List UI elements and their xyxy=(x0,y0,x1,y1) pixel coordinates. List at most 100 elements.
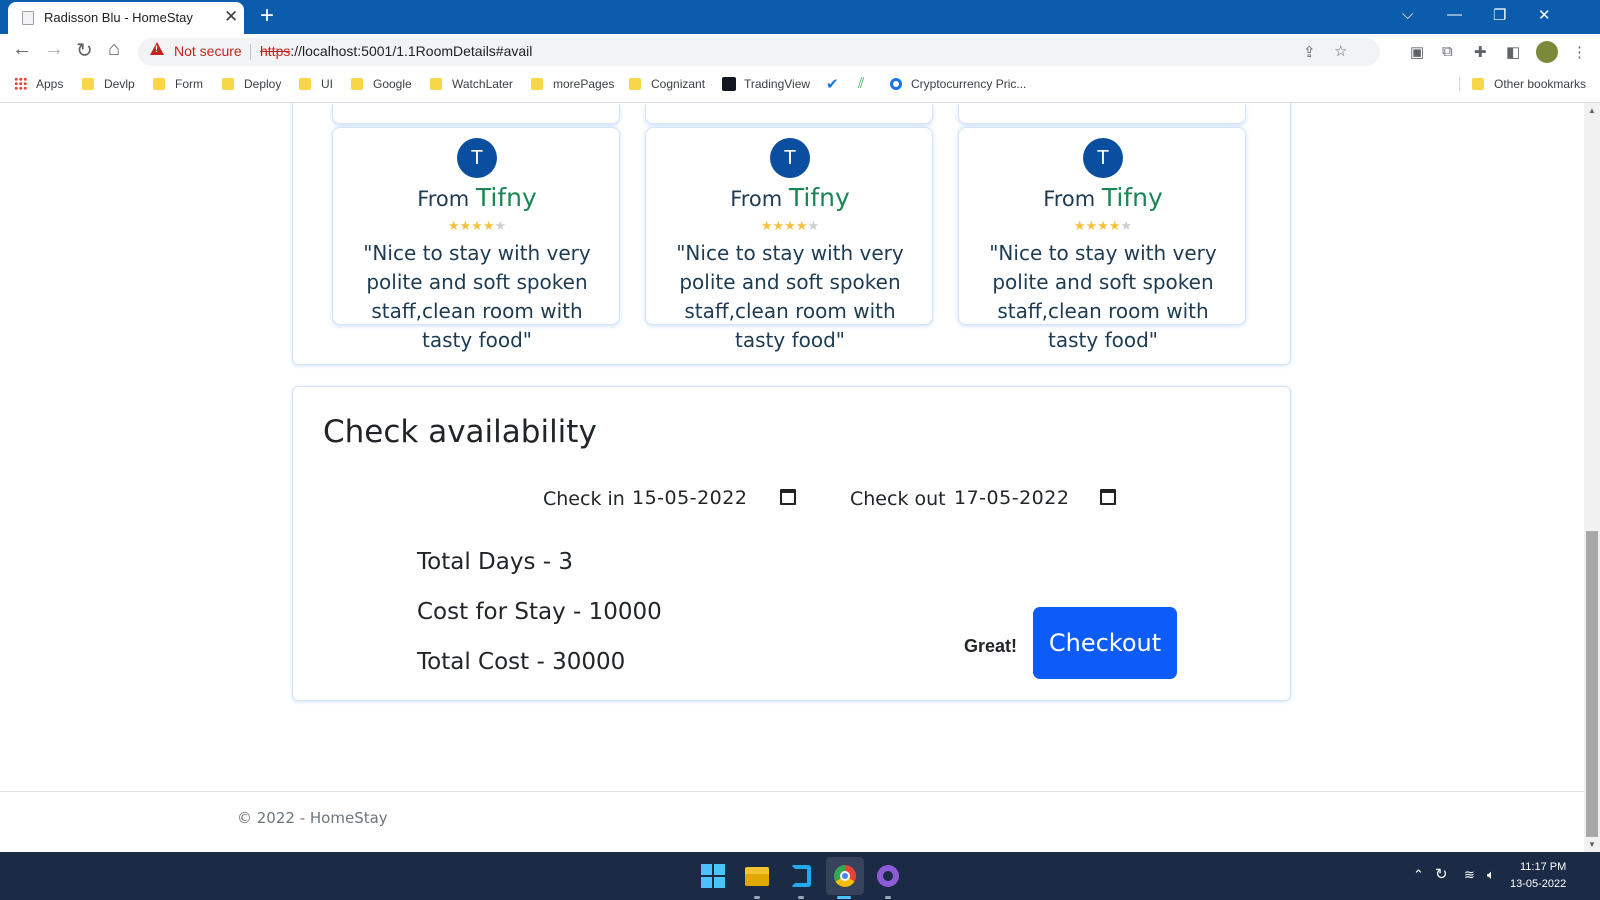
star-filled-icon: ★ xyxy=(760,218,773,233)
scroll-down-icon[interactable]: ▼ xyxy=(1588,840,1596,849)
bookmark-item[interactable]: Devlp xyxy=(82,77,135,91)
review-from: From Tifny xyxy=(1043,183,1163,212)
star-filled-icon: ★ xyxy=(1108,218,1121,233)
restore-icon[interactable]: ❐ xyxy=(1493,6,1506,24)
new-tab-button[interactable]: + xyxy=(260,2,274,30)
side-panel-icon[interactable]: ◧ xyxy=(1506,43,1520,61)
reviews-section: T From Tifny ★★★★★ "Nice to stay with ve… xyxy=(292,103,1291,365)
tab-close-icon[interactable]: ✕ xyxy=(224,7,238,27)
bookmark-item[interactable]: Form xyxy=(153,77,203,91)
clock-date: 13-05-2022 xyxy=(1510,878,1567,890)
great-label: Great! xyxy=(964,636,1018,656)
checkout-label: Check out xyxy=(850,488,946,510)
chart-bookmark-icon[interactable]: ⫽ xyxy=(858,75,864,92)
checkout-calendar-icon[interactable] xyxy=(1100,489,1116,505)
bookmark-item[interactable]: Cryptocurrency Pric... xyxy=(890,77,1026,91)
star-filled-icon: ★ xyxy=(482,218,495,233)
bookmark-item[interactable]: UI xyxy=(299,77,333,91)
bookmark-item[interactable]: Google xyxy=(351,77,412,91)
bookmark-apps[interactable]: Apps xyxy=(14,77,63,91)
reviewer-name: Tifny xyxy=(475,183,537,212)
chrome-icon[interactable] xyxy=(826,857,864,895)
page-scrollbar[interactable]: ▲ ▼ xyxy=(1584,103,1600,852)
star-empty-icon: ★ xyxy=(807,218,820,233)
clock-time: 11:17 PM xyxy=(1520,861,1567,873)
review-quote: "Nice to stay with very polite and soft … xyxy=(676,241,904,352)
share-icon[interactable]: ⇪ xyxy=(1303,43,1316,61)
profile-avatar[interactable] xyxy=(1536,41,1558,63)
review-card-previous xyxy=(958,104,1246,124)
reviewer-name: Tifny xyxy=(788,183,850,212)
extension-icon[interactable]: ⧉ xyxy=(1442,43,1453,60)
review-card: T From Tifny ★★★★★ "Nice to stay with ve… xyxy=(645,127,934,352)
cost-for-stay: Cost for Stay - 10000 xyxy=(417,599,662,625)
sync-icon[interactable]: ↻ xyxy=(1435,865,1448,883)
github-desktop-icon[interactable] xyxy=(874,862,902,890)
checkin-calendar-icon[interactable] xyxy=(780,489,796,505)
start-windows-icon[interactable] xyxy=(699,862,727,890)
puzzle-icon[interactable]: ✚ xyxy=(1474,43,1487,61)
media-icon[interactable]: ▣ xyxy=(1410,43,1424,61)
security-label[interactable]: Not secure xyxy=(174,43,242,59)
checkmark-bookmark-icon[interactable]: ✔ xyxy=(826,75,839,93)
browser-tab[interactable]: Radisson Blu - HomeStay ✕ xyxy=(8,2,244,34)
review-card-previous xyxy=(332,104,620,124)
url-text[interactable]: https://localhost:5001/1.1RoomDetails#av… xyxy=(260,43,532,59)
review-card: T From Tifny ★★★★★ "Nice to stay with ve… xyxy=(958,127,1246,352)
taskbar-clock[interactable]: 11:17 PM 13-05-2022 xyxy=(1510,859,1566,893)
review-card-previous xyxy=(645,104,933,124)
total-days: Total Days - 3 xyxy=(417,549,573,575)
bookmark-item[interactable]: TradingView xyxy=(722,77,810,91)
review-quote: "Nice to stay with very polite and soft … xyxy=(363,241,591,352)
page-viewport: T From Tifny ★★★★★ "Nice to stay with ve… xyxy=(0,103,1584,852)
reload-icon[interactable]: ↻ xyxy=(76,38,93,63)
home-icon[interactable]: ⌂ xyxy=(108,38,120,61)
running-indicator xyxy=(885,896,891,899)
bookmark-item[interactable]: morePages xyxy=(531,77,614,91)
scroll-up-icon[interactable]: ▲ xyxy=(1588,106,1596,115)
star-filled-icon: ★ xyxy=(1085,218,1098,233)
bookmarks-bar: Apps Devlp Form Deploy UI Google WatchLa… xyxy=(0,70,1600,103)
tab-search-icon[interactable]: ⌵ xyxy=(1402,6,1413,23)
warning-icon[interactable] xyxy=(150,42,164,55)
total-cost: Total Cost - 30000 xyxy=(417,649,626,675)
volume-icon[interactable]: 🔈︎ xyxy=(1487,867,1495,883)
forward-icon[interactable]: → xyxy=(44,38,64,61)
folder-icon xyxy=(82,78,94,90)
review-from: From Tifny xyxy=(730,183,850,212)
review-card: T From Tifny ★★★★★ "Nice to stay with ve… xyxy=(332,127,621,352)
bookmark-other[interactable]: Other bookmarks xyxy=(1459,77,1586,91)
page-favicon-icon xyxy=(22,11,34,25)
wifi-icon[interactable]: ≋ xyxy=(1464,867,1475,883)
checkout-button[interactable]: Checkout xyxy=(1033,607,1177,679)
url-path: ://localhost:5001/1.1RoomDetails#avail xyxy=(290,43,533,59)
tray-chevron-icon[interactable]: ⌃ xyxy=(1413,867,1424,883)
bookmark-item[interactable]: Deploy xyxy=(222,77,281,91)
tab-title: Radisson Blu - HomeStay xyxy=(44,10,193,25)
back-icon[interactable]: ← xyxy=(12,38,32,61)
footer-divider xyxy=(0,791,1584,792)
reviewer-avatar: T xyxy=(1083,138,1123,178)
star-filled-icon: ★ xyxy=(471,218,483,233)
checkout-date-input[interactable]: 17-05-2022 xyxy=(954,487,1069,509)
active-indicator xyxy=(837,896,851,899)
star-filled-icon: ★ xyxy=(795,218,808,233)
review-from: From Tifny xyxy=(417,183,537,212)
window-close-icon[interactable]: ✕ xyxy=(1538,6,1551,24)
star-rating: ★★★★★ xyxy=(646,218,934,234)
bookmark-star-icon[interactable]: ☆ xyxy=(1334,42,1347,60)
vscode-icon[interactable] xyxy=(787,862,815,890)
bookmark-item[interactable]: WatchLater xyxy=(430,77,513,91)
footer-copyright: © 2022 - HomeStay xyxy=(237,809,388,827)
bookmark-item[interactable]: Cognizant xyxy=(629,77,705,91)
star-filled-icon: ★ xyxy=(1097,218,1109,233)
folder-icon xyxy=(299,78,311,90)
minimize-icon[interactable]: — xyxy=(1447,6,1462,23)
checkin-date-input[interactable]: 15-05-2022 xyxy=(632,487,747,509)
star-rating: ★★★★★ xyxy=(333,218,621,234)
address-bar[interactable]: Not secure https://localhost:5001/1.1Roo… xyxy=(138,38,1380,66)
browser-titlebar: Radisson Blu - HomeStay ✕ + ⌵ — ❐ ✕ xyxy=(0,0,1600,34)
scrollbar-thumb[interactable] xyxy=(1586,531,1598,837)
menu-icon[interactable]: ⋮ xyxy=(1572,43,1587,61)
file-explorer-icon[interactable] xyxy=(743,862,771,890)
